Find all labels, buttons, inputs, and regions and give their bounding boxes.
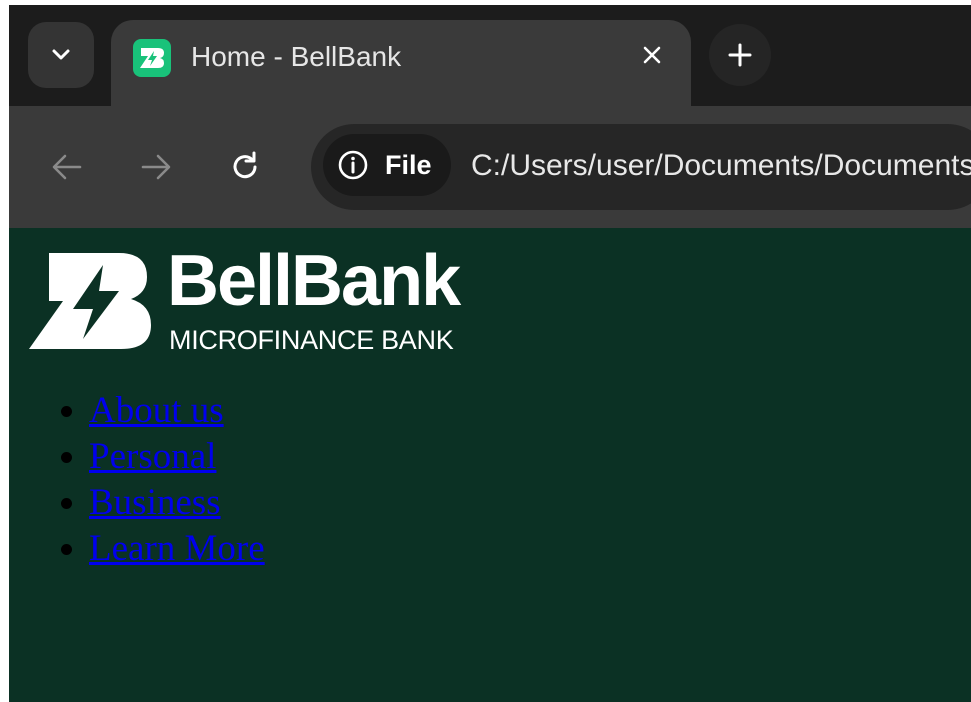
reload-icon — [233, 151, 257, 179]
nav-link-business[interactable]: Business — [89, 482, 221, 523]
new-tab-button[interactable] — [709, 24, 771, 86]
tab-title: Home - BellBank — [191, 41, 402, 72]
chevron-down-icon — [52, 49, 70, 60]
nav-item-business: Business — [89, 480, 265, 526]
browser-toolbar: File C:/Users/user/Documents/Documents — [9, 106, 971, 228]
brand-name: BellBank — [167, 241, 461, 321]
bellbank-logo[interactable]: BellBank MICROFINANCE BANK — [29, 241, 489, 355]
nav-link-personal[interactable]: Personal — [89, 436, 216, 477]
arrow-right-icon — [141, 154, 171, 180]
bellbank-logo-icon — [133, 39, 171, 77]
site-info-label: File — [385, 150, 432, 180]
tab-active[interactable]: Home - BellBank — [111, 20, 691, 106]
close-icon — [643, 46, 661, 64]
main-nav: About us Personal Business Learn More — [9, 388, 265, 572]
forward-button[interactable] — [131, 142, 181, 192]
address-bar[interactable]: File C:/Users/user/Documents/Documents — [311, 124, 971, 210]
back-button[interactable] — [42, 142, 92, 192]
site-info-button[interactable]: File — [323, 134, 451, 196]
nav-item-learn-more: Learn More — [89, 526, 265, 572]
page-content: BellBank MICROFINANCE BANK About us Pers… — [9, 228, 971, 702]
arrow-left-icon — [52, 154, 82, 180]
url-text[interactable]: C:/Users/user/Documents/Documents — [471, 146, 971, 186]
nav-link-learn-more[interactable]: Learn More — [89, 528, 265, 569]
info-icon — [338, 150, 368, 180]
reload-button[interactable] — [220, 142, 270, 192]
browser-window: Home - BellBank File C:/Users/user/Docum… — [9, 5, 971, 702]
tab-strip: Home - BellBank — [9, 5, 971, 106]
nav-item-personal: Personal — [89, 434, 265, 480]
tab-search-button[interactable] — [28, 22, 94, 88]
nav-item-about-us: About us — [89, 388, 265, 434]
brand-subtitle: MICROFINANCE BANK — [169, 325, 454, 355]
close-tab-button[interactable] — [635, 35, 669, 75]
plus-icon — [728, 43, 752, 67]
nav-link-about-us[interactable]: About us — [89, 390, 224, 431]
bellbank-logo-mark — [29, 253, 151, 349]
